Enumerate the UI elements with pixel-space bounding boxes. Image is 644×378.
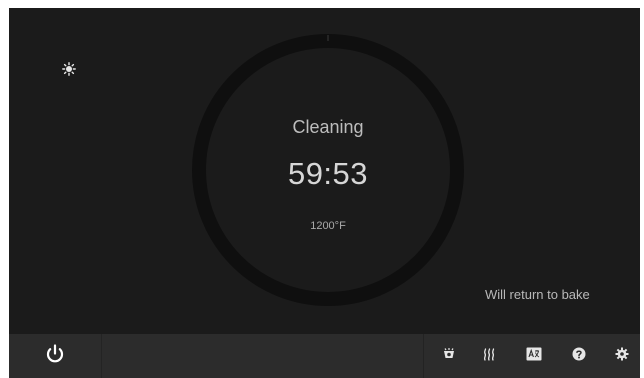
sun-lock-icon bbox=[62, 62, 76, 76]
mode-label: Cleaning bbox=[292, 117, 364, 137]
time-remaining: 59:53 bbox=[287, 156, 369, 191]
power-button[interactable] bbox=[9, 334, 102, 378]
steam-icon bbox=[482, 347, 496, 366]
settings-icon bbox=[615, 347, 629, 366]
settings-button[interactable] bbox=[605, 334, 639, 378]
help-button[interactable] bbox=[562, 334, 596, 378]
dial-center: Cleaning 59:53 1200°F bbox=[190, 32, 466, 308]
oven-display-screen: Cleaning 59:53 1200°F Will return to bak… bbox=[9, 8, 640, 334]
bar-divider bbox=[423, 334, 424, 378]
power-icon bbox=[44, 343, 66, 370]
temperature-label: 1200°F bbox=[310, 220, 346, 232]
language-button[interactable] bbox=[517, 334, 551, 378]
help-icon bbox=[572, 347, 586, 366]
bottom-bar bbox=[9, 334, 640, 378]
oven-light-icon bbox=[442, 347, 456, 366]
return-message: Will return to bake bbox=[485, 287, 590, 302]
oven-light-button[interactable] bbox=[432, 334, 466, 378]
language-icon bbox=[526, 347, 542, 366]
steam-button[interactable] bbox=[472, 334, 506, 378]
